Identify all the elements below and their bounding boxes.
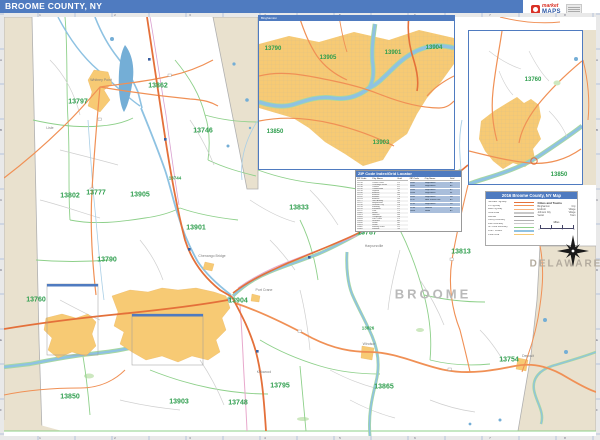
grid-letter: B: [0, 128, 2, 132]
table-column-header: ZIP Code: [410, 178, 425, 180]
zip-table-row-highlighted[interactable]: 13901BinghamtonE4: [410, 182, 461, 185]
broome-county-map-page: { "header": { "title": "BROOME COUNTY, N…: [0, 0, 600, 440]
legend-items: Interstate Highway US HighwayState Highwa…: [488, 201, 536, 237]
inset-zip-label: 13905: [320, 55, 337, 61]
legend-item-label: ZIP Code Boundary: [488, 226, 514, 228]
zip-table-right-group: ZIP CodeCity NameGrid 13901BinghamtonE41…: [409, 177, 462, 230]
grid-number: 2: [114, 436, 116, 440]
legend-item-swatch: [514, 230, 534, 231]
inset-zip-label: 13850: [267, 129, 284, 135]
scale-tick: 0: [539, 229, 540, 231]
legend-item-swatch: [514, 220, 534, 221]
table-column-header: ZIP Code: [357, 178, 372, 180]
grid-number: 6: [414, 436, 416, 440]
legend-cities-list: BinghamtonCityEndicottVillageJohnson Cit…: [538, 206, 576, 218]
legend-item: Urban Area: [488, 233, 536, 237]
inset-zip-label: 13760: [525, 77, 542, 83]
zip-table-row-highlighted[interactable]: 13902BinghamtonE4: [410, 185, 461, 188]
legend-title: 2016 Broome County, NY Map: [486, 192, 577, 199]
grid-letter: D: [0, 268, 2, 272]
inset-map-endicott[interactable]: 13760 13850: [468, 30, 583, 185]
zip-table-row-highlighted[interactable]: 13760EndicottB4: [410, 207, 461, 210]
grid-letter: D: [596, 268, 598, 272]
grid-number: 4: [264, 436, 266, 440]
grid-number: 1: [39, 436, 41, 440]
legend-item-swatch: [514, 216, 534, 217]
page-title: BROOME COUNTY, NY: [5, 1, 102, 11]
legend-item-label: Town Boundary: [488, 223, 514, 225]
grid-letter: B: [596, 128, 598, 132]
legend-item-label: US Highway: [488, 205, 514, 207]
inset-map-binghamton[interactable]: Binghamton 13790 13905 13901 13904 13850 1390…: [258, 15, 455, 170]
table-column-header: Grid: [397, 178, 407, 180]
zip-table-row-highlighted[interactable]: 13745BinghamtonD4: [410, 203, 461, 206]
zip-table-left-group: ZIP CodeCity NameGrid 13744Castle CreekD…: [356, 177, 409, 230]
legend-item-swatch: [514, 202, 534, 203]
scale-tick: 2: [562, 229, 563, 231]
zip-table-row-highlighted[interactable]: 13737Bible School ParkB3: [410, 199, 461, 202]
legend-item-label: Local Road: [488, 212, 514, 214]
grid-letter: A: [0, 58, 2, 62]
inset-zip-label: 13790: [265, 46, 282, 52]
grid-letter: C: [0, 198, 2, 202]
grid-letter: F: [596, 408, 598, 412]
grid-number: 5: [339, 436, 341, 440]
legend-cities-heading: Cities and Towns: [538, 201, 576, 205]
inset-zip-label: 13904: [426, 45, 443, 51]
compass-rose-icon: [556, 234, 590, 268]
legend-item-label: State Highway: [488, 208, 514, 210]
grid-number: 7: [489, 436, 491, 440]
inset-binghamton-titlebar: Binghamton: [259, 16, 454, 21]
table-column-header: Grid: [450, 178, 460, 180]
legend-item-swatch: [514, 212, 534, 213]
zip-table-row-highlighted[interactable]: 13904BinghamtonF4: [410, 192, 461, 195]
legend-item-label: Urban Area: [488, 234, 514, 236]
legend-item-swatch: [514, 223, 534, 224]
legend-item-swatch: [514, 227, 534, 228]
inset-zip-label: 13901: [385, 50, 402, 56]
inset-endicott-canvas: [469, 31, 582, 184]
grid-letter: E: [0, 338, 2, 342]
legend-city-note: Town: [570, 215, 575, 218]
grid-ruler-right: A B C D E F: [596, 13, 600, 440]
legend-item-label: Railroad: [488, 216, 514, 218]
legend-item-swatch: [514, 205, 534, 206]
legend-item-label: Interstate Highway: [488, 201, 514, 203]
zip-table-row-highlighted[interactable]: 13903BinghamtonE5: [410, 189, 461, 192]
legend-city-name: Vestal: [538, 215, 544, 218]
zip-table-row-highlighted[interactable]: 13850VestalB5: [410, 210, 461, 213]
inset-binghamton-canvas: [259, 16, 454, 169]
table-column-header: City Name: [425, 178, 450, 180]
grid-letter: F: [0, 408, 2, 412]
grid-letter: A: [596, 58, 598, 62]
table-column-header: City Name: [372, 178, 397, 180]
legend-item-swatch: [514, 209, 534, 210]
legend-item-swatch: [514, 234, 534, 235]
inset-zip-label: 13903: [373, 140, 390, 146]
zip-index-table[interactable]: ZIP Code Index/Grid Locator ZIP CodeCity…: [355, 170, 462, 232]
grid-letter: C: [596, 198, 598, 202]
zip-table-row[interactable]: 13865WindsorG5: [357, 228, 408, 230]
title-bar: BROOME COUNTY, NY: [0, 0, 523, 14]
inset-zip-label: 13850: [551, 172, 568, 178]
legend-item-label: County Boundary: [488, 219, 514, 221]
legend-city-row: Vestal Town: [538, 215, 576, 218]
grid-number: 3: [189, 436, 191, 440]
legend-item-label: River / Stream: [488, 230, 514, 232]
grid-letter: E: [596, 338, 598, 342]
zip-table-row-highlighted[interactable]: 13905BinghamtonD4: [410, 196, 461, 199]
scale-tick: 1: [550, 229, 551, 231]
scale-tick: 4: [573, 229, 574, 231]
scale-bar: Miles 0124: [538, 221, 576, 231]
grid-ruler-bottom: 1 2 3 4 5 6 7 8: [0, 436, 600, 440]
grid-number: 8: [564, 436, 566, 440]
